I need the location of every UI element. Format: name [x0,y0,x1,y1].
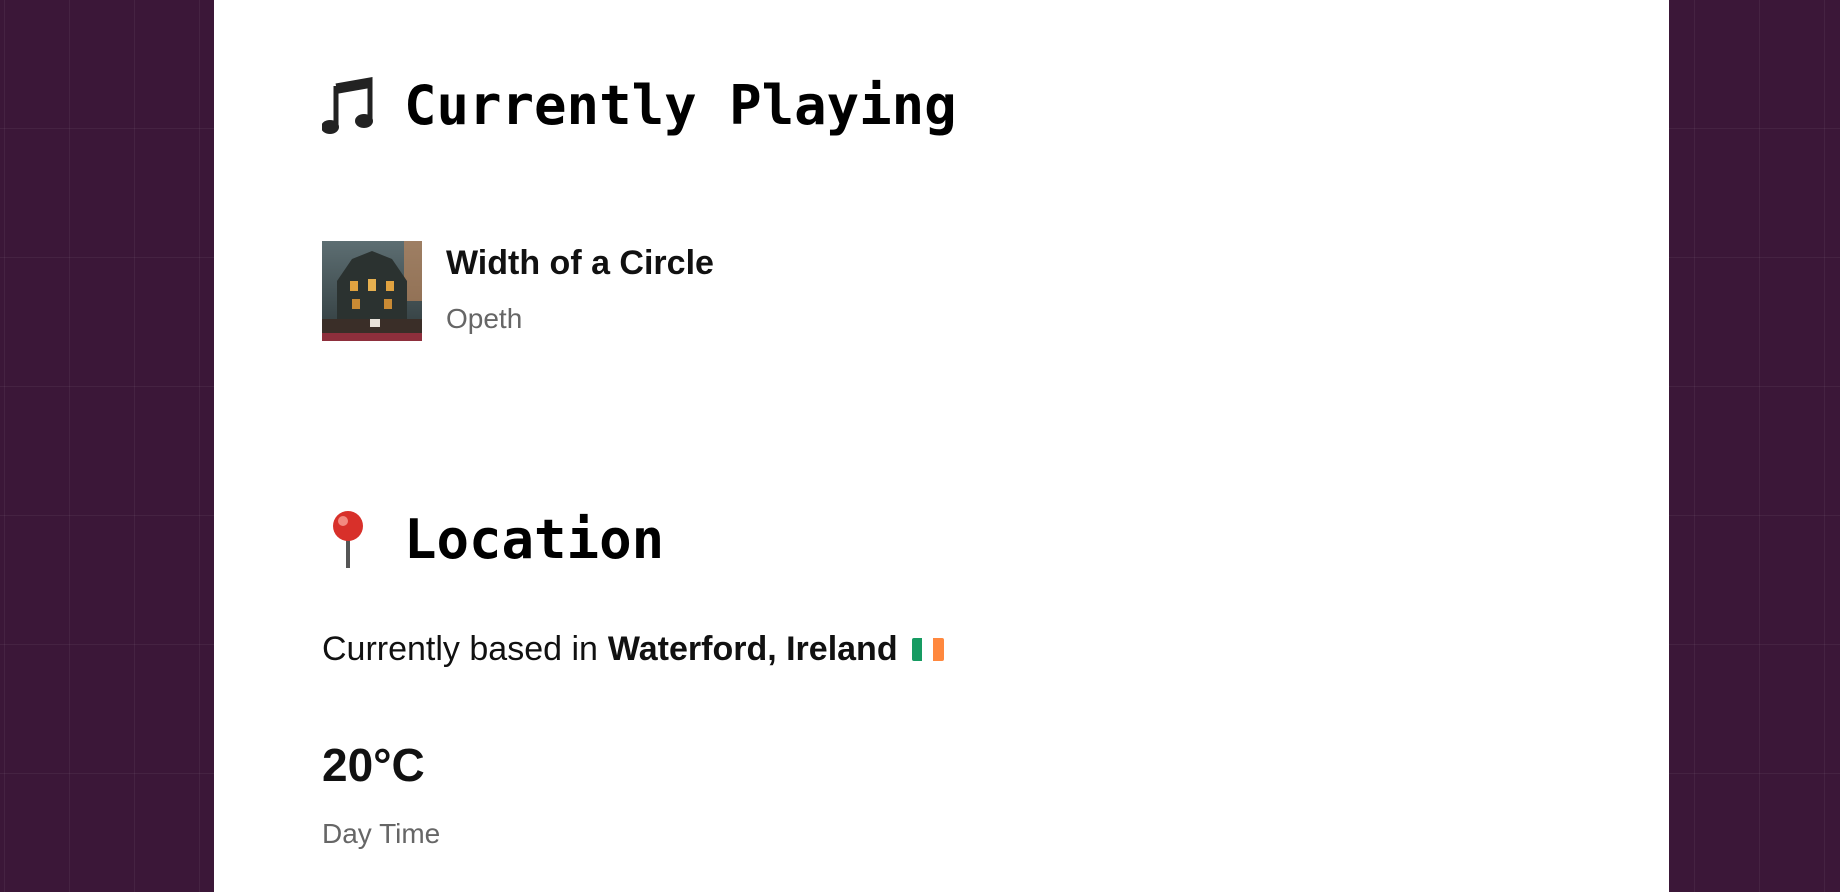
round-pushpin-icon [322,510,374,570]
location-place: Waterford, Ireland [607,630,898,668]
track-title[interactable]: Width of a Circle [446,243,714,283]
ireland-flag-icon [911,638,944,661]
album-art [322,241,422,341]
musical-notes-icon [321,76,374,136]
time-of-day: Day Time [322,818,441,849]
location-heading: Location [322,508,664,571]
location-heading-text: Location [404,508,665,571]
track-artist[interactable]: Opeth [446,303,714,335]
location-prefix: Currently based in [322,630,598,668]
location-line: Currently based in Waterford, Ireland [322,630,944,669]
track-text: Width of a Circle Opeth [446,241,714,335]
temperature: 20°C [322,739,425,791]
currently-playing-heading: Currently Playing [321,74,957,137]
now-playing-track[interactable]: Width of a Circle Opeth [322,241,714,341]
currently-playing-heading-text: Currently Playing [404,74,957,137]
content-panel: Currently Playing Width of a Circle Opet… [214,0,1669,892]
